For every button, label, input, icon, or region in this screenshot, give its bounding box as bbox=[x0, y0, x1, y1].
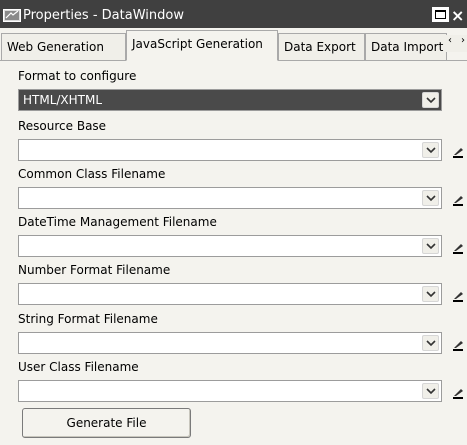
user-class-select[interactable] bbox=[18, 380, 442, 402]
tab-data-import[interactable]: Data Import bbox=[365, 33, 447, 60]
tab-data-export[interactable]: Data Export bbox=[278, 33, 365, 60]
maximize-button[interactable] bbox=[432, 7, 449, 22]
datetime-label: DateTime Management Filename bbox=[18, 215, 217, 229]
dropdown-button[interactable] bbox=[422, 335, 439, 351]
properties-icon bbox=[3, 9, 21, 22]
edit-icon[interactable] bbox=[451, 241, 465, 255]
chevron-down-icon bbox=[426, 388, 436, 395]
edit-icon[interactable] bbox=[451, 145, 465, 159]
resource-base-label: Resource Base bbox=[18, 119, 107, 133]
chevron-down-icon bbox=[426, 243, 436, 250]
chevron-down-icon bbox=[426, 97, 436, 104]
chevron-down-icon bbox=[426, 340, 436, 347]
format-label: Format to configure bbox=[18, 69, 137, 83]
title-bar: Properties - DataWindow × bbox=[0, 0, 467, 28]
edit-icon[interactable] bbox=[451, 338, 465, 352]
edit-icon[interactable] bbox=[451, 386, 465, 400]
string-format-select[interactable] bbox=[18, 332, 442, 354]
chevron-right-icon[interactable]: › bbox=[461, 35, 465, 52]
tab-scroll-controls: ‹ › bbox=[446, 35, 467, 52]
chevron-left-icon[interactable]: ‹ bbox=[448, 35, 452, 52]
dropdown-button[interactable] bbox=[422, 238, 439, 254]
edit-icon[interactable] bbox=[451, 289, 465, 303]
dropdown-button[interactable] bbox=[422, 286, 439, 302]
tab-web-generation[interactable]: Web Generation bbox=[1, 33, 126, 60]
common-class-select[interactable] bbox=[18, 187, 442, 209]
datetime-select[interactable] bbox=[18, 235, 442, 257]
chevron-down-icon bbox=[426, 291, 436, 298]
dropdown-button[interactable] bbox=[422, 190, 439, 206]
dropdown-button[interactable] bbox=[422, 142, 439, 158]
tab-javascript-generation[interactable]: JavaScript Generation bbox=[126, 30, 278, 61]
maximize-icon bbox=[435, 10, 446, 19]
generate-file-button[interactable]: Generate File bbox=[22, 408, 191, 438]
string-format-label: String Format Filename bbox=[18, 312, 158, 326]
chevron-down-icon bbox=[426, 195, 436, 202]
format-select[interactable]: HTML/XHTML bbox=[18, 89, 442, 111]
format-value: HTML/XHTML bbox=[23, 93, 103, 107]
number-format-label: Number Format Filename bbox=[18, 263, 171, 277]
resource-base-select[interactable] bbox=[18, 139, 442, 161]
dropdown-button[interactable] bbox=[422, 92, 439, 108]
user-class-label: User Class Filename bbox=[18, 360, 139, 374]
close-button[interactable]: × bbox=[451, 6, 464, 25]
edit-icon[interactable] bbox=[451, 193, 465, 207]
window-title: Properties - DataWindow bbox=[23, 8, 184, 23]
chevron-down-icon bbox=[426, 147, 436, 154]
number-format-select[interactable] bbox=[18, 283, 442, 305]
common-class-label: Common Class Filename bbox=[18, 167, 166, 181]
dropdown-button[interactable] bbox=[422, 383, 439, 399]
